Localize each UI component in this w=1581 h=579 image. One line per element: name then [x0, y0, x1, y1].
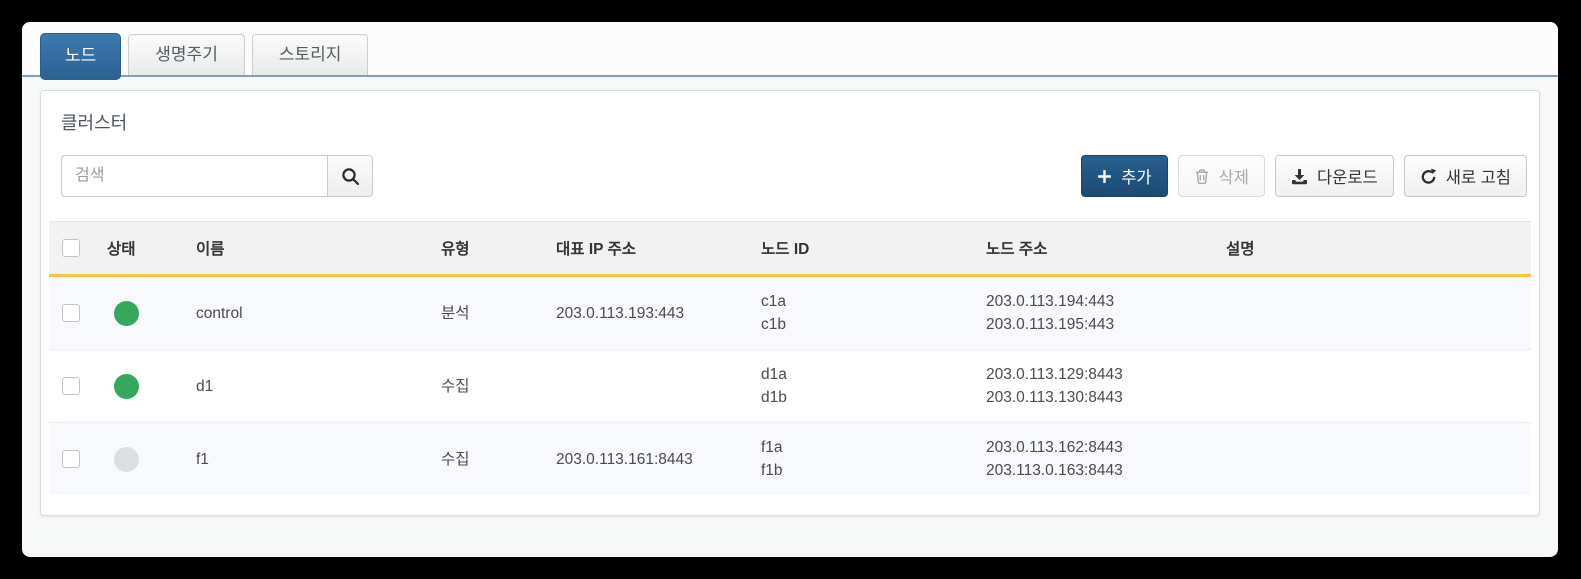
- row-checkbox[interactable]: [62, 450, 80, 468]
- header-type: 유형: [433, 222, 548, 276]
- header-node-id: 노드 ID: [753, 222, 978, 276]
- search-button[interactable]: [327, 155, 373, 197]
- tab-bar: 노드 생명주기 스토리지: [22, 33, 1558, 77]
- delete-button[interactable]: 삭제: [1178, 155, 1265, 197]
- status-dot: [114, 447, 139, 472]
- header-rep-ip: 대표 IP 주소: [548, 222, 753, 276]
- row-checkbox[interactable]: [62, 377, 80, 395]
- add-button-label: 추가: [1121, 164, 1151, 188]
- search-input[interactable]: [61, 155, 327, 197]
- header-node-address: 노드 주소: [978, 222, 1218, 276]
- search-group: [61, 155, 373, 197]
- cell-node-addresses: 203.0.113.162:8443 203.113.0.163:8443: [978, 423, 1218, 496]
- trash-icon: [1194, 168, 1210, 185]
- cell-rep-ip: 203.0.113.193:443: [548, 276, 753, 350]
- cell-name: control: [188, 276, 433, 350]
- tab-storage[interactable]: 스토리지: [252, 34, 369, 75]
- refresh-button-label: 새로 고침: [1446, 164, 1511, 188]
- cell-type: 수집: [433, 350, 548, 423]
- header-description: 설명: [1218, 222, 1531, 276]
- toolbar: 추가 삭제: [49, 155, 1531, 221]
- cell-node-addresses: 203.0.113.129:8443 203.0.113.130:8443: [978, 350, 1218, 423]
- select-all-checkbox[interactable]: [62, 239, 80, 257]
- cluster-panel: 클러스터 추가: [40, 90, 1540, 516]
- table-row: d1 수집 d1a d1b 203.0.113.129:8443 203.0.1…: [49, 350, 1531, 423]
- cell-node-ids: c1a c1b: [753, 276, 978, 350]
- status-dot: [114, 301, 139, 326]
- row-checkbox[interactable]: [62, 304, 80, 322]
- refresh-button[interactable]: 새로 고침: [1404, 155, 1527, 197]
- tab-nodes[interactable]: 노드: [40, 33, 121, 80]
- cell-type: 수집: [433, 423, 548, 496]
- cell-name: d1: [188, 350, 433, 423]
- cell-node-ids: d1a d1b: [753, 350, 978, 423]
- cell-description: [1218, 350, 1531, 423]
- table-header-row: 상태 이름 유형 대표 IP 주소 노드 ID 노드 주소 설명: [49, 222, 1531, 276]
- header-status: 상태: [99, 222, 188, 276]
- tab-lifecycle[interactable]: 생명주기: [128, 34, 245, 75]
- main-window: 노드 생명주기 스토리지 클러스터: [22, 22, 1558, 557]
- table-row: control 분석 203.0.113.193:443 c1a c1b 203…: [49, 276, 1531, 350]
- cluster-table: 상태 이름 유형 대표 IP 주소 노드 ID 노드 주소 설명 control…: [49, 221, 1531, 495]
- table-row: f1 수집 203.0.113.161:8443 f1a f1b 203.0.1…: [49, 423, 1531, 496]
- cell-description: [1218, 276, 1531, 350]
- cell-rep-ip: 203.0.113.161:8443: [548, 423, 753, 496]
- status-dot: [114, 374, 139, 399]
- cell-description: [1218, 423, 1531, 496]
- delete-button-label: 삭제: [1219, 164, 1249, 188]
- search-icon: [341, 167, 360, 186]
- page-title: 클러스터: [49, 105, 1531, 155]
- header-select-all: [49, 222, 99, 276]
- download-icon: [1291, 168, 1308, 185]
- header-name: 이름: [188, 222, 433, 276]
- plus-icon: [1097, 169, 1112, 184]
- cell-node-addresses: 203.0.113.194:443 203.0.113.195:443: [978, 276, 1218, 350]
- add-button[interactable]: 추가: [1081, 155, 1167, 197]
- cell-type: 분석: [433, 276, 548, 350]
- cell-rep-ip: [548, 350, 753, 423]
- download-button[interactable]: 다운로드: [1275, 155, 1394, 197]
- tab-area: 노드 생명주기 스토리지: [22, 22, 1558, 77]
- refresh-icon: [1420, 168, 1437, 185]
- download-button-label: 다운로드: [1317, 164, 1378, 188]
- cell-node-ids: f1a f1b: [753, 423, 978, 496]
- action-buttons: 추가 삭제: [1081, 155, 1527, 197]
- cell-name: f1: [188, 423, 433, 496]
